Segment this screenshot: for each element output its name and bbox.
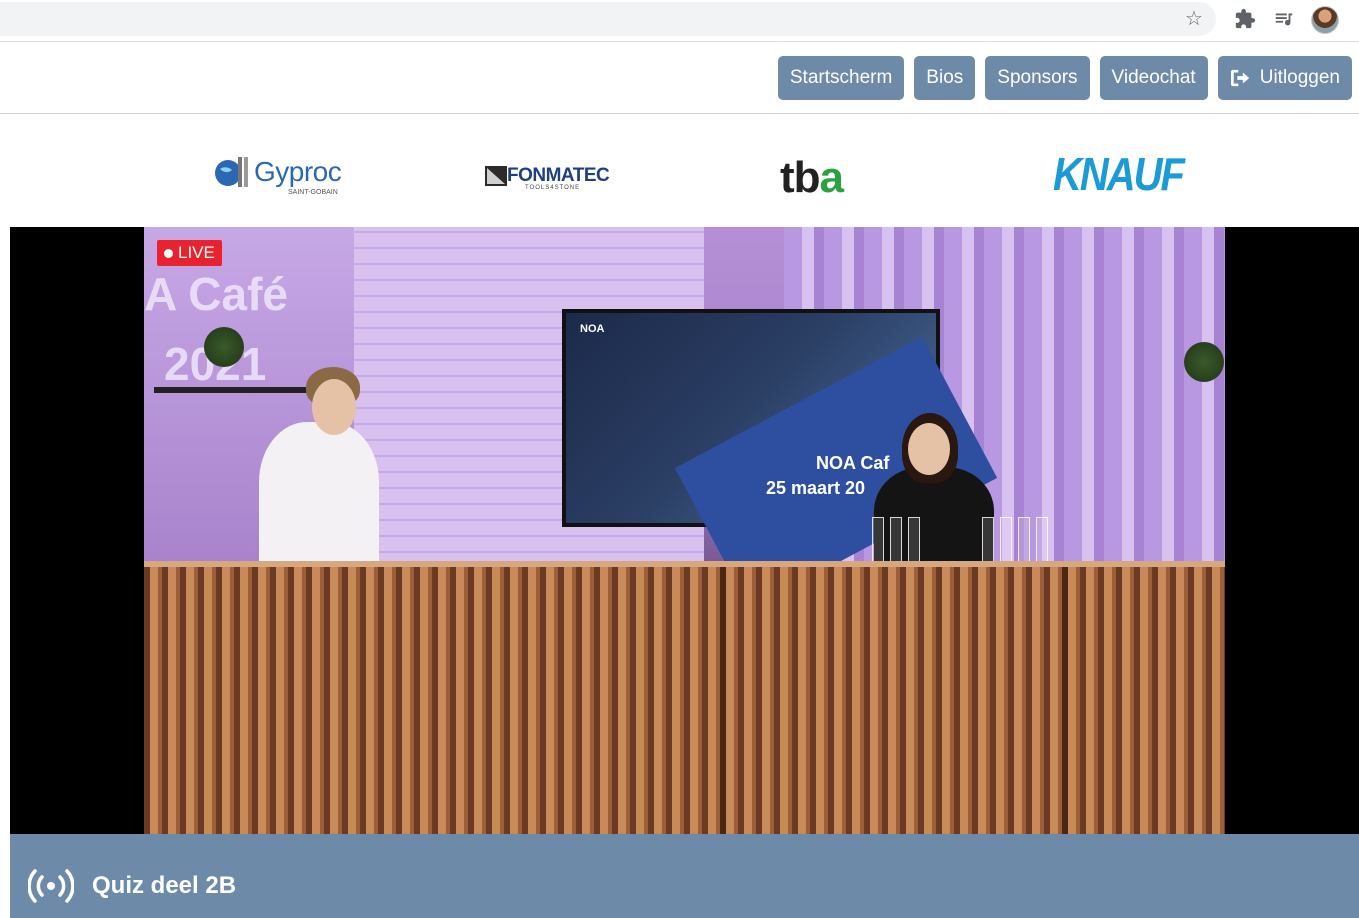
fonmatec-logo[interactable]: FONMATEC TOOLS4STONE bbox=[485, 165, 610, 191]
scene-backdrop-text: A Café bbox=[144, 268, 288, 320]
site-header: Startscherm Bios Sponsors Videochat Uitl… bbox=[0, 43, 1359, 114]
profile-avatar[interactable] bbox=[1311, 6, 1339, 34]
gyproc-wordmark: Gyproc bbox=[254, 156, 342, 187]
gyproc-subtitle: SAINT-GOBAIN bbox=[288, 189, 338, 196]
tba-wordmark: tba bbox=[780, 153, 844, 202]
bios-button[interactable]: Bios bbox=[914, 56, 976, 100]
sponsors-label: Sponsors bbox=[997, 67, 1078, 88]
screen-brand: NOA bbox=[580, 323, 605, 335]
fonmatec-wordmark: FONMATEC bbox=[507, 165, 610, 186]
now-playing-title: Quiz deel 2B bbox=[92, 872, 237, 899]
browser-toolbar: ☆ bbox=[0, 0, 1359, 42]
sponsors-button[interactable]: Sponsors bbox=[985, 56, 1090, 100]
playlist-icon[interactable] bbox=[1273, 8, 1295, 30]
sponsor-logos: Gyproc SAINT-GOBAIN FONMATEC TOOLS4STONE… bbox=[0, 115, 1359, 227]
broadcast-icon bbox=[28, 869, 74, 903]
logout-button[interactable]: Uitloggen bbox=[1217, 56, 1352, 100]
puzzle-icon[interactable] bbox=[1234, 8, 1256, 30]
live-badge: LIVE bbox=[157, 240, 222, 266]
bios-label: Bios bbox=[926, 67, 964, 88]
main-nav: Startscherm Bios Sponsors Videochat Uitl… bbox=[777, 56, 1352, 100]
fonmatec-subtitle: TOOLS4STONE bbox=[525, 185, 581, 191]
screen-date: 25 maart 20 bbox=[766, 478, 866, 498]
address-bar[interactable] bbox=[0, 2, 1216, 36]
knauf-logo[interactable]: KNAUF bbox=[1053, 150, 1185, 201]
startscherm-button[interactable]: Startscherm bbox=[777, 56, 905, 100]
logout-label: Uitloggen bbox=[1259, 67, 1340, 88]
tba-logo[interactable]: tba bbox=[780, 153, 844, 203]
now-playing-bar: Quiz deel 2B bbox=[10, 834, 1359, 918]
globe-icon bbox=[215, 157, 248, 187]
live-dot-icon bbox=[164, 248, 173, 258]
videochat-label: Videochat bbox=[1111, 67, 1196, 88]
live-label: LIVE bbox=[178, 243, 215, 262]
fonmatec-mark-icon bbox=[485, 166, 507, 186]
knauf-wordmark: KNAUF bbox=[1053, 149, 1185, 201]
gyproc-logo[interactable]: Gyproc SAINT-GOBAIN bbox=[214, 155, 342, 196]
video-frame: A Café 2021 NOA NOA Caf 25 maart 20 bbox=[144, 227, 1225, 834]
screen-title: NOA Caf bbox=[816, 453, 890, 473]
star-icon[interactable]: ☆ bbox=[1183, 8, 1205, 30]
videochat-button[interactable]: Videochat bbox=[1099, 56, 1208, 100]
video-player[interactable]: A Café 2021 NOA NOA Caf 25 maart 20 bbox=[10, 227, 1359, 834]
startscherm-label: Startscherm bbox=[789, 67, 893, 88]
logout-icon bbox=[1230, 69, 1249, 87]
